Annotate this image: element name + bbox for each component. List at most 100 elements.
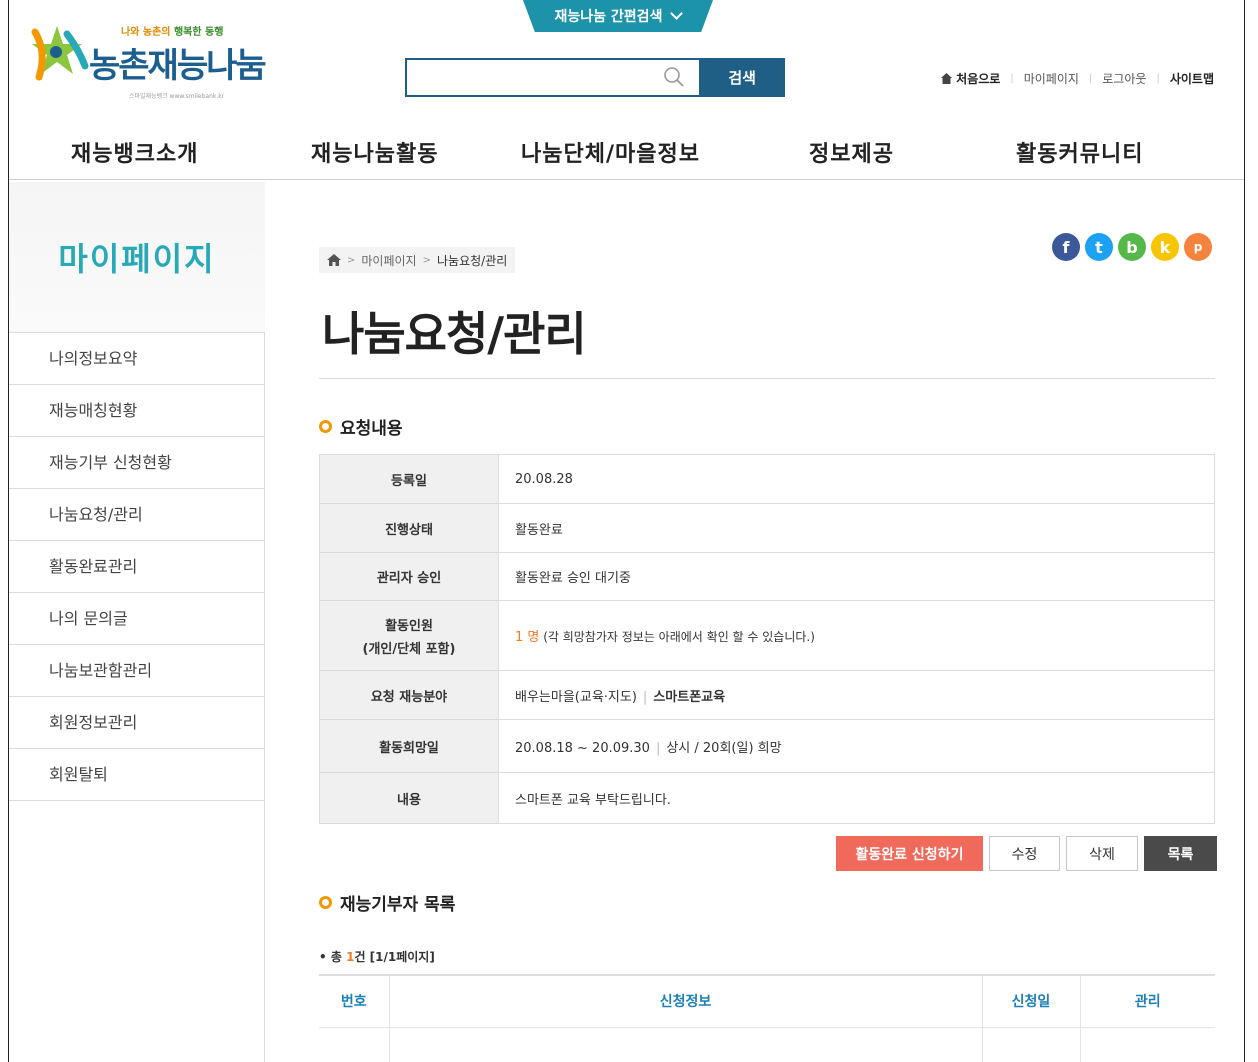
- nav-item-info[interactable]: 정보제공: [809, 136, 894, 168]
- table-cell: [981, 1027, 1080, 1062]
- nav-item-bank-intro[interactable]: 재능뱅크소개: [71, 136, 198, 168]
- site-logo[interactable]: 나와 농촌의 행복한 동행 농촌재능나눔 스마일재능뱅크 www.smileba…: [27, 22, 277, 102]
- title-divider: [319, 378, 1215, 379]
- table-row: [319, 1027, 1215, 1062]
- quick-search-tab[interactable]: 재능나눔 간편검색: [522, 0, 714, 32]
- divider: |: [642, 689, 648, 705]
- sidebar-item-donation-status[interactable]: 재능기부 신청현황: [9, 437, 265, 489]
- divider: |: [1010, 73, 1014, 84]
- print-icon[interactable]: p: [1184, 233, 1212, 261]
- table-row: 요청 재능분야 배우는마을(교육·지도) | 스마트폰교육: [319, 670, 1215, 720]
- request-section-label: 요청내용: [340, 419, 403, 439]
- sidebar-menu: 나의정보요약 재능매칭현황 재능기부 신청현황 나눔요청/관리 활동완료관리 나…: [9, 332, 265, 801]
- col-manage: 관리: [1079, 974, 1215, 1028]
- breadcrumb: > 마이페이지 > 나눔요청/관리: [319, 247, 516, 273]
- talent-field-main: 배우는마을(교육·지도): [515, 689, 637, 705]
- bullet-icon: [319, 896, 332, 909]
- breadcrumb-current: 나눔요청/관리: [436, 253, 508, 268]
- table-cell: [319, 1027, 389, 1062]
- members-label-line1: 활동인원: [385, 618, 433, 634]
- quick-search-label: 재능나눔 간편검색: [554, 9, 663, 25]
- logo-name: 농촌재능나눔: [89, 46, 267, 86]
- members-label-line2: (개인/단체 포함): [362, 641, 456, 657]
- members-count: 1 명: [515, 630, 540, 645]
- band-icon[interactable]: b: [1118, 233, 1146, 261]
- donor-total-count: • 총 1건 [1/1페이지]: [319, 948, 435, 965]
- status-value: 활동완료: [498, 503, 1215, 553]
- kakaostory-icon[interactable]: k: [1151, 233, 1179, 261]
- page-frame: 재능나눔 간편검색 나와 농촌의 행복한 동행 농촌재능나눔 스마일재능뱅크 w…: [8, 0, 1245, 1062]
- sidebar-item-storage-manage[interactable]: 나눔보관함관리: [9, 645, 265, 697]
- breadcrumb-sep: >: [347, 254, 356, 266]
- col-number: 번호: [319, 974, 389, 1028]
- search-icon: [664, 67, 684, 87]
- divider: |: [1088, 73, 1093, 84]
- chevron-down-icon: [670, 7, 684, 20]
- facebook-icon[interactable]: f: [1052, 233, 1080, 261]
- sidebar-title: 마이페이지: [58, 240, 216, 278]
- table-row: 활동희망일 20.08.18 ~ 20.09.30 | 상시 / 20회(일) 희망: [319, 719, 1215, 773]
- search-button[interactable]: 검색: [699, 58, 785, 97]
- reg-date-label: 등록일: [319, 454, 499, 504]
- sidebar-item-my-inquiries[interactable]: 나의 문의글: [9, 593, 265, 645]
- table-row: 내용 스마트폰 교육 부탁드립니다.: [319, 772, 1215, 824]
- twitter-icon[interactable]: t: [1085, 233, 1113, 261]
- members-label: 활동인원 (개인/단체 포함): [319, 600, 499, 671]
- divider: |: [655, 740, 661, 756]
- sitemap-link[interactable]: 사이트맵: [1170, 70, 1214, 87]
- content-value: 스마트폰 교육 부탁드립니다.: [498, 772, 1215, 824]
- admin-approval-value: 활동완료 승인 대기중: [498, 552, 1215, 601]
- share-buttons: f t b k p: [1052, 233, 1212, 261]
- breadcrumb-sep: >: [422, 254, 431, 266]
- members-note: (각 희망참가자 정보는 아래에서 확인 할 수 있습니다.): [539, 630, 815, 644]
- mypage-link[interactable]: 마이페이지: [1024, 70, 1079, 87]
- nav-item-groups-villages[interactable]: 나눔단체/마을정보: [521, 136, 700, 168]
- sidebar-item-member-info[interactable]: 회원정보관리: [9, 697, 265, 749]
- table-row: 진행상태 활동완료: [319, 503, 1215, 553]
- search-bar: 검색: [405, 58, 785, 97]
- home-icon: [941, 73, 953, 84]
- request-section-title: 요청내용: [319, 414, 403, 439]
- table-cell: [1079, 1027, 1215, 1062]
- table-row: 관리자 승인 활동완료 승인 대기중: [319, 552, 1215, 601]
- divider: |: [1156, 73, 1160, 84]
- apply-completion-button[interactable]: 활동완료 신청하기: [836, 836, 983, 871]
- desired-date-note: 상시 / 20회(일) 희망: [666, 740, 782, 756]
- reg-date-value: 20.08.28: [498, 454, 1215, 504]
- col-application-info: 신청정보: [388, 974, 982, 1028]
- sidebar-item-completion-manage[interactable]: 활동완료관리: [9, 541, 265, 593]
- list-button[interactable]: 목록: [1144, 836, 1217, 871]
- sidebar-item-request-manage[interactable]: 나눔요청/관리: [9, 489, 265, 541]
- home-link[interactable]: 처음으로: [941, 70, 1000, 87]
- sidebar-item-info-summary[interactable]: 나의정보요약: [9, 333, 265, 385]
- table-cell: [388, 1027, 982, 1062]
- search-input[interactable]: [405, 58, 700, 97]
- logo-slogan: 나와 농촌의 행복한 동행: [121, 27, 224, 38]
- admin-approval-label: 관리자 승인: [319, 552, 499, 601]
- logo-site-url: 스마일재능뱅크 www.smilebank.kr: [129, 93, 225, 100]
- sidebar-item-withdraw[interactable]: 회원탈퇴: [9, 749, 265, 801]
- members-value: 1 명 (각 희망참가자 정보는 아래에서 확인 할 수 있습니다.): [498, 600, 1215, 671]
- table-row: 활동인원 (개인/단체 포함) 1 명 (각 희망참가자 정보는 아래에서 확인…: [319, 600, 1215, 671]
- logo-star-icon: [31, 26, 89, 81]
- sidebar: 마이페이지 나의정보요약 재능매칭현황 재능기부 신청현황 나눔요청/관리 활동…: [9, 182, 265, 1062]
- breadcrumb-mypage[interactable]: 마이페이지: [361, 252, 416, 269]
- logout-link[interactable]: 로그아웃: [1102, 70, 1146, 87]
- delete-button[interactable]: 삭제: [1066, 836, 1138, 871]
- sidebar-item-matching-status[interactable]: 재능매칭현황: [9, 385, 265, 437]
- total-suffix: 건 [1/1페이지]: [354, 950, 435, 964]
- table-header-row: 번호 신청정보 신청일 관리: [319, 974, 1215, 1028]
- talent-field-label: 요청 재능분야: [319, 670, 499, 720]
- nav-item-activities[interactable]: 재능나눔활동: [311, 136, 438, 168]
- action-buttons: 활동완료 신청하기 수정 삭제 목록: [836, 836, 1217, 871]
- home-link-label: 처음으로: [956, 72, 1001, 86]
- nav-item-community[interactable]: 활동커뮤니티: [1016, 136, 1143, 168]
- talent-field-sub: 스마트폰교육: [653, 689, 726, 705]
- home-icon[interactable]: [327, 254, 341, 266]
- desired-date-label: 활동희망일: [319, 719, 499, 773]
- page-title: 나눔요청/관리: [322, 307, 587, 361]
- col-application-date: 신청일: [981, 974, 1080, 1028]
- table-row: 등록일 20.08.28: [319, 454, 1215, 504]
- edit-button[interactable]: 수정: [989, 836, 1060, 871]
- status-label: 진행상태: [319, 503, 499, 553]
